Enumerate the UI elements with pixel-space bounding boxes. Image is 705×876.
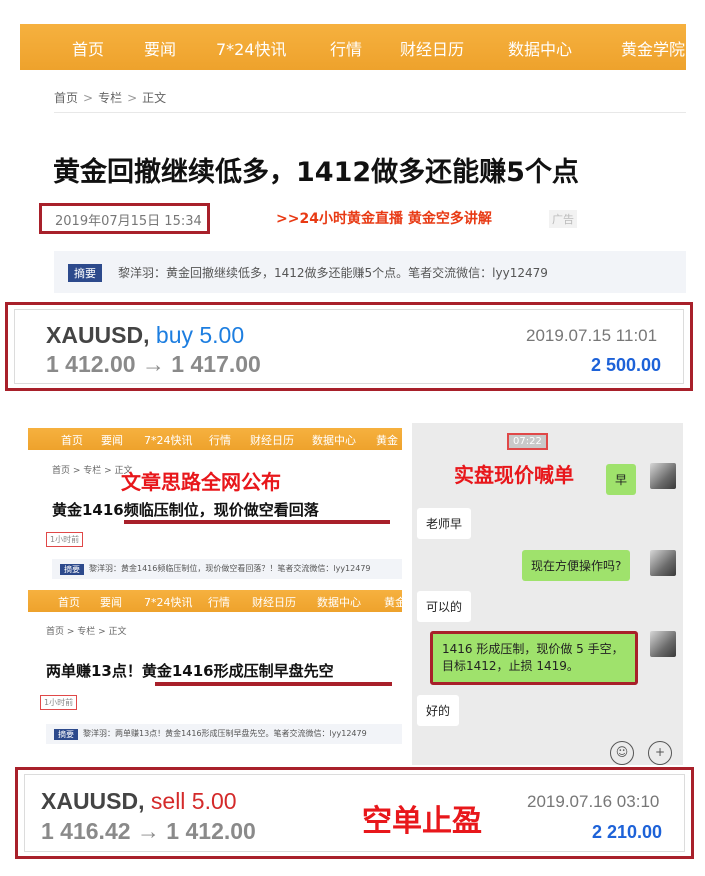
trade-side: sell 5.00 — [150, 788, 237, 814]
trade-profit: 2 500.00 — [591, 355, 662, 375]
mini-nav-2: 首页 要闻 7*24快讯 行情 财经日历 数据中心 黄金 — [28, 590, 402, 612]
breadcrumb-column[interactable]: 专栏 — [98, 91, 122, 105]
avatar — [650, 631, 676, 657]
mini-article-time-2: 1小时前 — [40, 695, 78, 710]
symbol-text: XAUUSD, — [41, 788, 145, 814]
chat-message-received: 可以的 — [417, 591, 472, 622]
avatar — [650, 463, 676, 489]
breadcrumb-home[interactable]: 首页 — [54, 91, 78, 105]
nav-item-data[interactable]: 数据中心 — [508, 36, 572, 60]
mini-nav-item: 黄金 — [384, 596, 402, 609]
trade-time: 2019.07.16 03:10 — [527, 792, 660, 811]
ad-label: 广告 — [549, 210, 577, 228]
nav-item-academy[interactable]: 黄金学院 — [621, 36, 685, 60]
mini-nav-item: 行情 — [208, 596, 230, 609]
summary-text: 黎洋羽：黄金回撤继续低多，1412做多还能赚5个点。笔者交流微信：lyy1247… — [118, 266, 548, 280]
summary-tag: 摘要 — [68, 264, 102, 282]
mini-summary-text: 黎洋羽：黄金1416频临压制位，现价做空看回落？！笔者交流微信：lyy12479 — [89, 564, 371, 573]
title-prefix: 两单赚13点！ — [46, 662, 142, 680]
nav-item-news[interactable]: 要闻 — [144, 36, 176, 60]
chat-message-sent: 现在方便操作吗? — [522, 550, 631, 581]
nav-item-market[interactable]: 行情 — [330, 36, 362, 60]
breadcrumb: 首页 > 专栏 > 正文 — [54, 89, 166, 106]
trade-prices: 1 412.00 → 1 417.00 — [46, 351, 261, 377]
breadcrumb-separator: > — [127, 91, 138, 105]
mini-nav-item: 首页 — [58, 596, 80, 609]
mini-nav-item: 数据中心 — [312, 434, 356, 447]
mini-article-time-1: 1小时前 — [46, 532, 84, 547]
promo-link[interactable]: >>24小时黄金直播 黄金空多讲解 — [276, 208, 492, 228]
chat-message-received: 好的 — [417, 695, 460, 726]
article-date: 2019年07月15日 15:34 — [55, 214, 202, 229]
nav-item-calendar[interactable]: 财经日历 — [400, 36, 464, 60]
mini-summary-1: 摘要 黎洋羽：黄金1416频临压制位，现价做空看回落？！笔者交流微信：lyy12… — [52, 559, 402, 579]
mini-summary-2: 摘要 黎洋羽：两单赚13点！黄金1416形成压制早盘先空。笔者交流微信：lyy1… — [46, 724, 402, 744]
chat-message-received: 老师早 — [417, 508, 472, 539]
overlay-caption-right: 实盘现价喊单 — [454, 463, 574, 487]
mini-article-title-1: 黄金1416频临压制位，现价做空看回落 — [52, 501, 319, 519]
breadcrumb-current: 正文 — [142, 91, 167, 105]
mini-nav-item: 行情 — [209, 434, 231, 447]
mini-nav-1: 首页 要闻 7*24快讯 行情 财经日历 数据中心 黄金 — [28, 428, 402, 450]
mini-summary-tag: 摘要 — [60, 564, 84, 575]
mini-article-title-2: 两单赚13点！黄金1416形成压制早盘先空 — [46, 660, 334, 681]
top-nav: 首页 要闻 7*24快讯 行情 财经日历 数据中心 黄金学院 — [20, 24, 686, 70]
trade-record-sell: XAUUSD, sell 5.00 1 416.42 → 1 412.00 空单… — [15, 767, 694, 859]
mini-summary-text: 黎洋羽：两单赚13点！黄金1416形成压制早盘先空。笔者交流微信：lyy1247… — [83, 729, 367, 738]
trade-side: buy 5.00 — [155, 322, 245, 348]
nav-item-flash[interactable]: 7*24快讯 — [216, 36, 287, 60]
mini-nav-item: 要闻 — [100, 596, 122, 609]
trade-prices: 1 416.42 → 1 412.00 — [41, 818, 256, 844]
trade-profit: 2 210.00 — [592, 822, 663, 842]
mini-summary-tag: 摘要 — [54, 729, 78, 740]
title-main: 黄金1416形成压制早盘先空 — [141, 662, 334, 680]
chat-message-sent-highlighted: 1416 形成压制，现价做 5 手空，目标1412，止损 1419。 — [430, 631, 638, 685]
trade-symbol: XAUUSD, sell 5.00 — [41, 788, 237, 815]
overlay-caption-left: 文章思路全网公布 — [121, 470, 281, 494]
trade-record-buy: XAUUSD, buy 5.00 1 412.00 → 1 417.00 201… — [5, 302, 693, 391]
underline-mark — [155, 682, 392, 686]
mini-nav-item: 财经日历 — [252, 596, 296, 609]
divider — [54, 112, 686, 113]
symbol-text: XAUUSD, — [46, 322, 150, 348]
trade-symbol: XAUUSD, buy 5.00 — [46, 322, 244, 349]
take-profit-stamp: 空单止盈 — [362, 804, 482, 839]
emoji-icon[interactable]: ☺ — [610, 741, 634, 765]
breadcrumb-separator: > — [83, 91, 94, 105]
mini-nav-item: 财经日历 — [250, 434, 294, 447]
mini-nav-item: 黄金 — [376, 434, 398, 447]
avatar — [650, 550, 676, 576]
underline-mark — [124, 520, 390, 524]
mini-nav-item: 首页 — [61, 434, 83, 447]
chat-panel: 07:22 实盘现价喊单 早 老师早 现在方便操作吗? 可以的 1416 形成压… — [412, 423, 683, 765]
nav-item-home[interactable]: 首页 — [72, 36, 104, 60]
chat-message-sent: 早 — [606, 464, 637, 495]
mini-nav-item: 7*24快讯 — [144, 434, 193, 447]
article-summary: 摘要 黎洋羽：黄金回撤继续低多，1412做多还能赚5个点。笔者交流微信：lyy1… — [54, 251, 686, 293]
mini-nav-item: 数据中心 — [317, 596, 361, 609]
mini-breadcrumb: 首页 > 专栏 > 正文 — [46, 627, 127, 637]
article-title: 黄金回撤继续低多，1412做多还能赚5个点 — [53, 157, 579, 188]
mini-nav-item: 要闻 — [101, 434, 123, 447]
mini-nav-item: 7*24快讯 — [144, 596, 193, 609]
plus-icon[interactable]: + — [648, 741, 672, 765]
trade-time: 2019.07.15 11:01 — [526, 326, 658, 345]
chat-timestamp: 07:22 — [507, 433, 548, 450]
